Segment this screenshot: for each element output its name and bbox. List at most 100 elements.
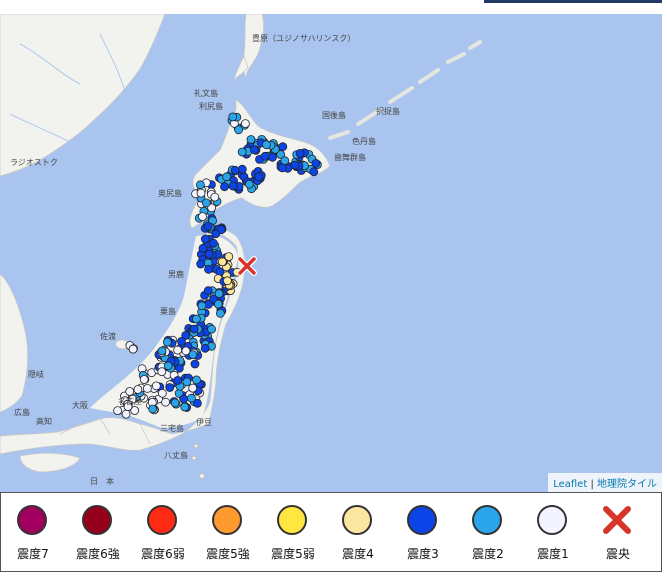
station-marker[interactable] xyxy=(151,381,161,391)
legend-item: 震度3 xyxy=(391,493,455,573)
station-marker[interactable] xyxy=(161,397,171,407)
station-marker[interactable] xyxy=(157,367,167,377)
station-marker[interactable] xyxy=(204,249,214,259)
station-marker[interactable] xyxy=(139,375,149,384)
station-marker[interactable] xyxy=(196,259,206,269)
label-kochi: 高知 xyxy=(36,416,52,426)
station-marker[interactable] xyxy=(222,172,232,182)
station-marker[interactable] xyxy=(192,398,202,408)
station-marker[interactable] xyxy=(201,198,211,208)
station-marker[interactable] xyxy=(234,125,244,135)
station-marker[interactable] xyxy=(165,383,175,392)
station-marker[interactable] xyxy=(215,308,225,318)
label-rebun: 礼文島 xyxy=(194,88,218,98)
label-oga: 男鹿 xyxy=(168,269,184,279)
station-marker[interactable] xyxy=(200,234,210,244)
label-nagoya: 名古屋 xyxy=(118,396,142,406)
station-marker[interactable] xyxy=(179,394,189,404)
legend-item: 震度1 xyxy=(521,493,585,573)
station-marker[interactable] xyxy=(280,156,290,166)
station-marker[interactable] xyxy=(224,252,234,262)
korea-peninsula xyxy=(0,273,29,413)
station-marker[interactable] xyxy=(261,140,271,150)
gsi-tile-link[interactable]: 地理院タイル xyxy=(597,479,657,490)
label-vladivostok: ラジオストク xyxy=(10,158,58,167)
station-marker[interactable] xyxy=(113,406,122,416)
station-marker[interactable] xyxy=(197,301,207,311)
station-marker[interactable] xyxy=(249,145,259,155)
station-marker[interactable] xyxy=(260,151,270,161)
station-marker[interactable] xyxy=(213,299,223,309)
station-marker[interactable] xyxy=(196,188,206,198)
station-marker[interactable] xyxy=(311,158,321,168)
legend-swatch xyxy=(147,505,177,535)
station-marker[interactable] xyxy=(188,350,198,360)
label-shikotan: 色丹島 xyxy=(352,136,376,146)
station-marker[interactable] xyxy=(157,346,167,356)
map-canvas: 豊原（ユジノサハリンスク） ラジオストク 礼文島 利尻島 国後島 択捉島 色丹島… xyxy=(0,14,482,486)
station-marker[interactable] xyxy=(203,221,213,231)
label-awashima: 粟島 xyxy=(160,306,176,316)
station-marker[interactable] xyxy=(128,344,138,354)
station-marker[interactable] xyxy=(125,387,135,396)
station-marker[interactable] xyxy=(173,345,183,355)
station-marker[interactable] xyxy=(182,377,192,387)
label-osaka: 大阪 xyxy=(72,400,88,410)
station-marker[interactable] xyxy=(277,163,287,173)
legend-label: 震央 xyxy=(605,547,630,561)
station-marker[interactable] xyxy=(209,238,218,248)
station-marker[interactable] xyxy=(189,324,199,334)
station-marker[interactable] xyxy=(162,337,172,347)
station-marker[interactable] xyxy=(207,324,217,334)
station-marker[interactable] xyxy=(222,276,232,286)
station-marker[interactable] xyxy=(210,192,220,202)
station-marker[interactable] xyxy=(309,167,319,177)
intensity-legend: 震度7 震度6強 震度6弱 震度5強 震度5弱 震度4 震度3 震度2 震度1 震央 xyxy=(0,492,662,572)
station-marker[interactable] xyxy=(228,112,238,122)
station-marker[interactable] xyxy=(204,264,213,274)
legend-label: 震度3 xyxy=(407,547,439,561)
station-marker[interactable] xyxy=(290,160,300,170)
station-marker[interactable] xyxy=(191,314,201,324)
station-marker[interactable] xyxy=(177,336,186,346)
label-miyake: 三宅島 xyxy=(160,423,184,433)
station-marker[interactable] xyxy=(157,388,167,398)
legend-label: 震度4 xyxy=(342,547,374,561)
top-accent-bar xyxy=(484,0,662,3)
station-marker[interactable] xyxy=(188,383,198,393)
station-marker[interactable] xyxy=(214,289,224,299)
leaflet-link[interactable]: Leaflet xyxy=(553,479,587,490)
station-marker[interactable] xyxy=(133,385,143,394)
station-marker[interactable] xyxy=(230,165,240,175)
station-marker[interactable] xyxy=(170,398,180,408)
legend-item: 震度5弱 xyxy=(261,493,325,573)
station-marker[interactable] xyxy=(198,212,207,222)
station-marker[interactable] xyxy=(240,119,250,128)
station-marker[interactable] xyxy=(195,180,205,190)
station-marker[interactable] xyxy=(142,383,152,393)
station-marker[interactable] xyxy=(163,361,173,371)
station-marker[interactable] xyxy=(246,135,256,144)
station-marker[interactable] xyxy=(278,142,288,152)
station-marker[interactable] xyxy=(198,243,208,253)
station-marker[interactable] xyxy=(121,409,131,419)
station-marker[interactable] xyxy=(244,179,254,189)
label-rishiri: 利尻島 xyxy=(199,101,223,111)
intensity-map[interactable]: 豊原（ユジノサハリンスク） ラジオストク 礼文島 利尻島 国後島 択捉島 色丹島… xyxy=(0,14,662,492)
station-marker[interactable] xyxy=(220,182,229,192)
label-pacific: 日 本 xyxy=(90,476,114,486)
legend-swatch xyxy=(537,505,567,535)
station-marker[interactable] xyxy=(228,181,238,191)
station-marker[interactable] xyxy=(254,172,264,182)
station-marker[interactable] xyxy=(237,147,247,157)
legend-label: 震度5強 xyxy=(206,547,250,561)
station-marker[interactable] xyxy=(268,152,277,162)
station-marker[interactable] xyxy=(295,148,305,158)
station-marker[interactable] xyxy=(180,402,190,412)
station-marker[interactable] xyxy=(173,375,183,385)
station-marker[interactable] xyxy=(192,375,201,385)
station-marker[interactable] xyxy=(237,164,247,174)
station-marker[interactable] xyxy=(190,359,200,369)
station-marker[interactable] xyxy=(148,404,158,414)
station-marker[interactable] xyxy=(200,343,210,353)
